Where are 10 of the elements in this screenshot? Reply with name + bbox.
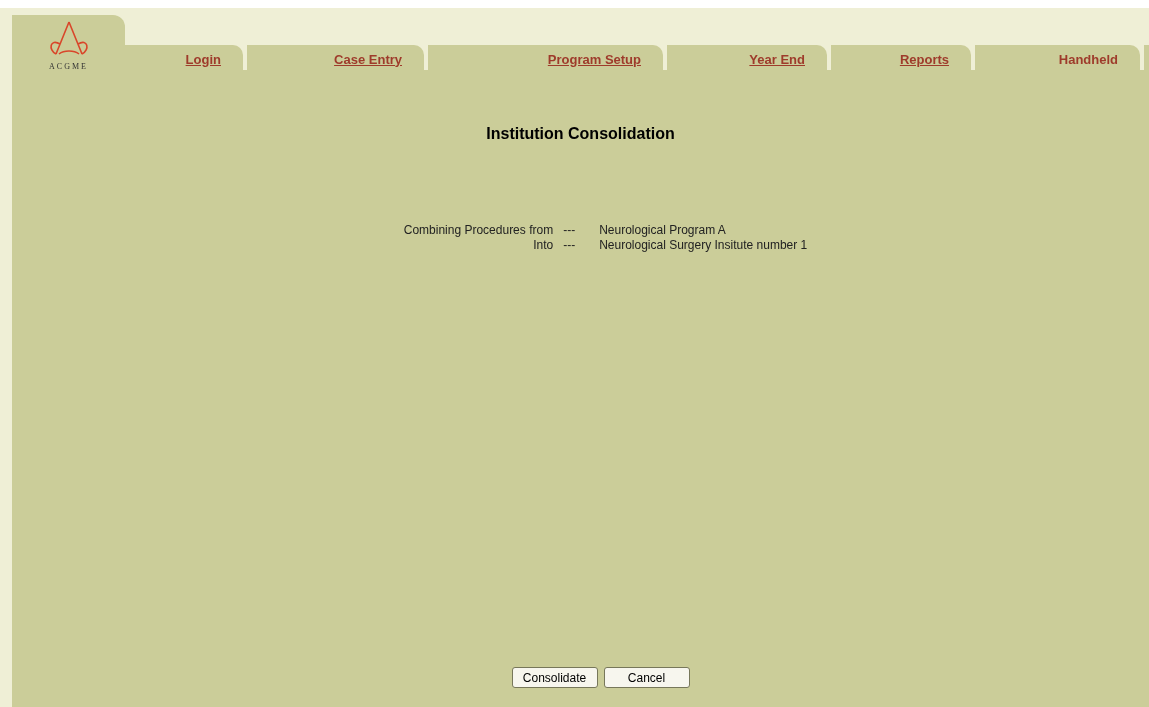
detail-value: Neurological Surgery Insitute number 1: [599, 238, 808, 253]
form-button[interactable]: Consolidate: [511, 667, 598, 688]
detail-label: Combining Procedures from: [403, 223, 554, 238]
logo-text: ACGME: [49, 61, 88, 73]
detail-value: Neurological Program A: [599, 223, 727, 238]
form-button[interactable]: Cancel: [603, 667, 690, 688]
detail-label: Into: [532, 238, 554, 253]
separator: ---: [563, 223, 576, 238]
separator: ---: [563, 238, 576, 253]
page-title: Institution Consolidation: [486, 124, 675, 144]
